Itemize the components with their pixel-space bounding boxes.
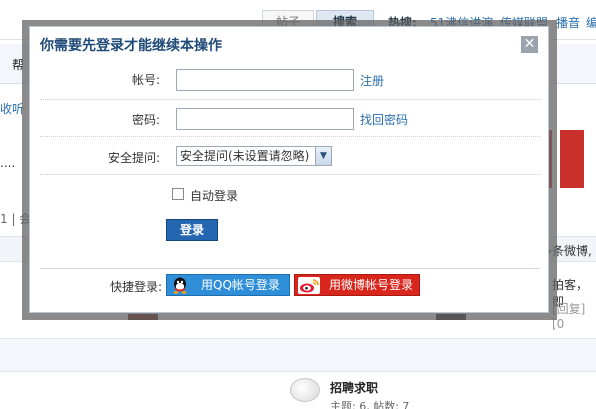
auto-login-label[interactable]: 自动登录	[190, 187, 238, 204]
forgot-password-link[interactable]: 找回密码	[360, 111, 408, 128]
dialog-divider	[40, 268, 540, 269]
login-dialog: 你需要先登录才能继续本操作 ✕ 帐号: 注册 密码: 找回密码 安全提问: 安全…	[29, 26, 549, 313]
close-button[interactable]: ✕	[521, 36, 538, 53]
qq-login-button[interactable]: 用QQ帐号登录	[166, 274, 290, 296]
auto-login-checkbox[interactable]	[172, 188, 184, 200]
forum-band	[0, 338, 596, 372]
quick-login-label: 快捷登录:	[109, 280, 162, 294]
close-icon: ✕	[523, 36, 536, 52]
security-question-value: 安全提问(未设置请忽略)	[180, 149, 310, 163]
password-input[interactable]	[176, 108, 354, 130]
reply-link[interactable]: [回复][0	[552, 300, 596, 331]
left-fragment-2: ....	[0, 156, 16, 170]
dialog-title: 你需要先登录才能继续本操作	[40, 38, 222, 54]
forum-title[interactable]: 招聘求职	[330, 379, 378, 396]
security-question-row: 安全提问: 安全提问(未设置请忽略) ▼	[40, 137, 540, 175]
chevron-down-icon[interactable]: ▼	[315, 147, 331, 165]
register-link[interactable]: 注册	[360, 72, 384, 89]
security-question-label: 安全提问:	[107, 151, 160, 165]
weibo-login-label: 用微博帐号登录	[329, 278, 414, 292]
account-label: 帐号:	[131, 73, 160, 87]
login-button[interactable]: 登录	[166, 219, 218, 241]
qq-login-label: 用QQ帐号登录	[201, 278, 280, 292]
account-row: 帐号: 注册	[40, 63, 540, 100]
qq-icon	[173, 277, 187, 294]
password-row: 密码: 找回密码	[40, 100, 540, 137]
thumbnail[interactable]	[560, 130, 584, 188]
hot-link-4[interactable]: 编	[586, 14, 596, 31]
account-input[interactable]	[176, 69, 354, 91]
forum-stats: 主题: 6, 帖数: 7	[330, 400, 410, 409]
left-fragment-1[interactable]: 收听	[0, 100, 24, 117]
password-label: 密码:	[131, 113, 160, 127]
hot-link-3[interactable]: 播音	[556, 14, 580, 31]
weibo-icon	[298, 277, 320, 294]
security-question-select[interactable]: 安全提问(未设置请忽略) ▼	[176, 146, 332, 166]
forum-bubble-icon	[290, 378, 320, 402]
weibo-login-button[interactable]: 用微博帐号登录	[294, 274, 420, 296]
